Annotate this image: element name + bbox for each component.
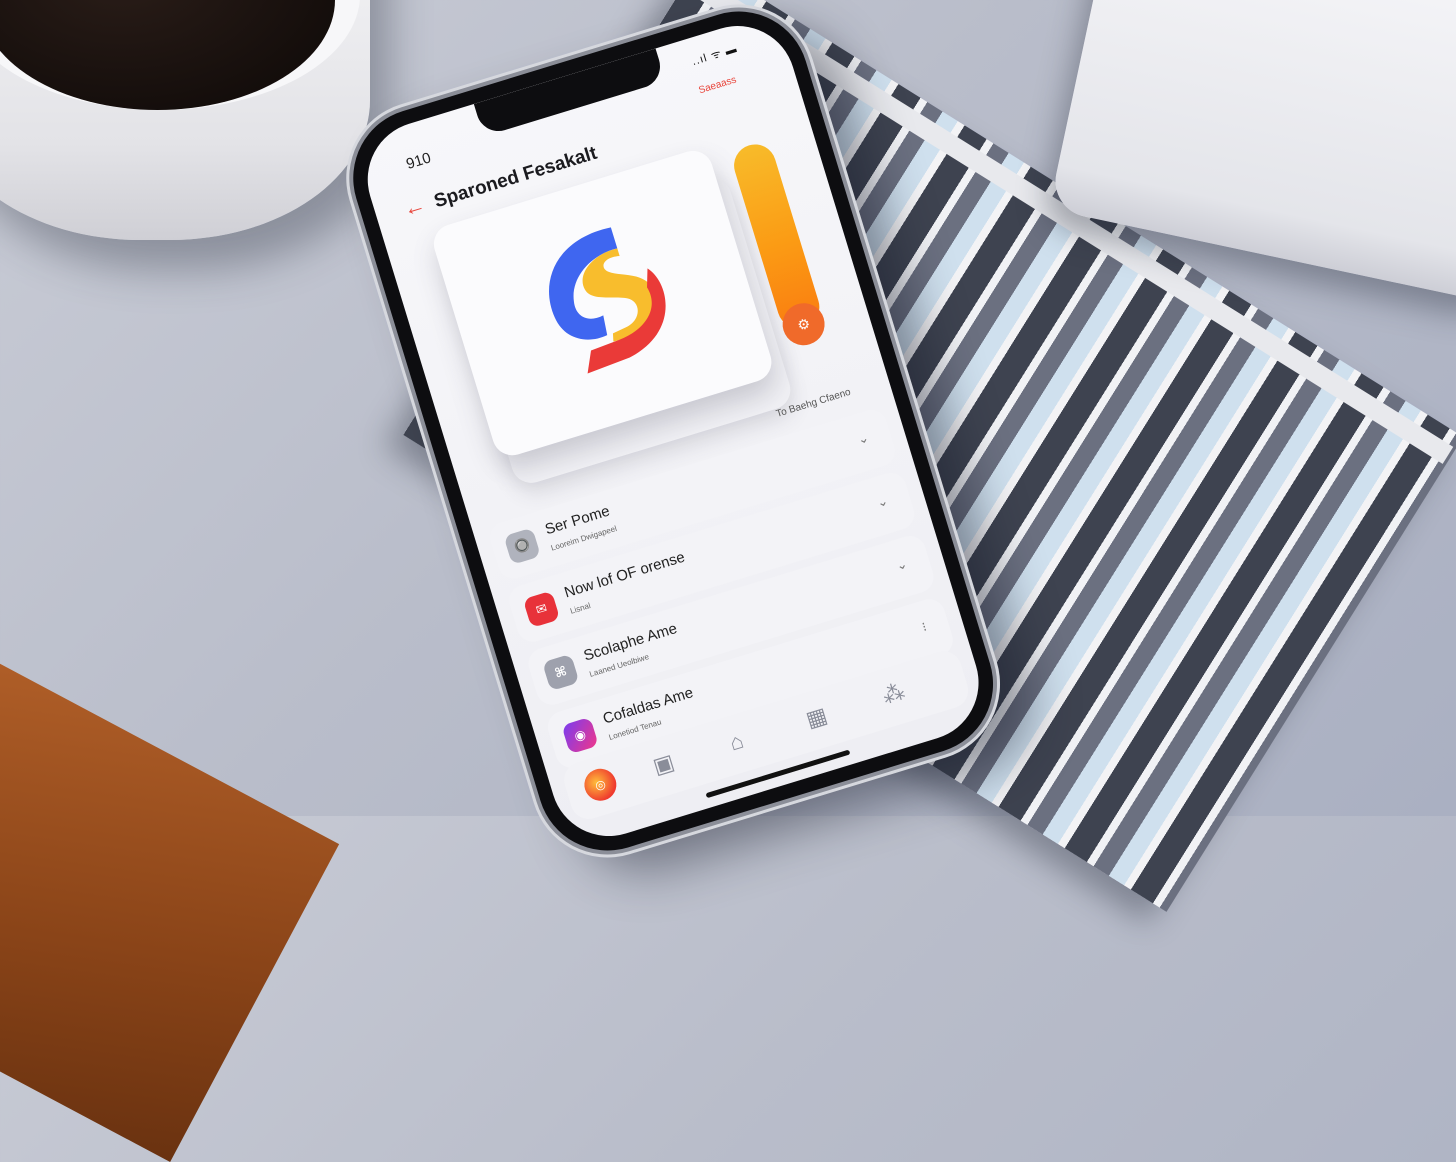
chevron-icon: ⁝	[920, 618, 929, 635]
command-icon: ⌘	[542, 653, 580, 692]
mail-icon: ✉	[522, 590, 561, 629]
toggle-icon: 🔘	[503, 527, 541, 565]
tab-more-icon[interactable]: ⁂	[879, 678, 908, 709]
chevron-icon: ⌄	[855, 429, 871, 448]
app-logo-icon	[549, 227, 666, 374]
tab-calendar-icon[interactable]: ▦	[803, 702, 830, 733]
app-icon: ◉	[561, 716, 599, 755]
chevron-icon: ⌄	[875, 492, 890, 511]
chevron-icon: ⌄	[894, 555, 910, 574]
back-arrow-icon[interactable]: ←	[400, 191, 429, 222]
signal-icon: ..ıl ᯤ ▬	[690, 42, 739, 69]
top-action-link[interactable]: Saeaass	[697, 74, 737, 96]
list-item-subtitle: Lisnal	[569, 601, 592, 616]
tab-folder-icon[interactable]: ▣	[650, 749, 677, 780]
tab-home-icon[interactable]: ◎	[580, 764, 621, 805]
status-time: 910	[404, 149, 434, 173]
phone-notch	[473, 48, 666, 137]
wooden-table-edge	[0, 600, 340, 1162]
tab-lock-icon[interactable]: ⌂	[726, 728, 746, 757]
